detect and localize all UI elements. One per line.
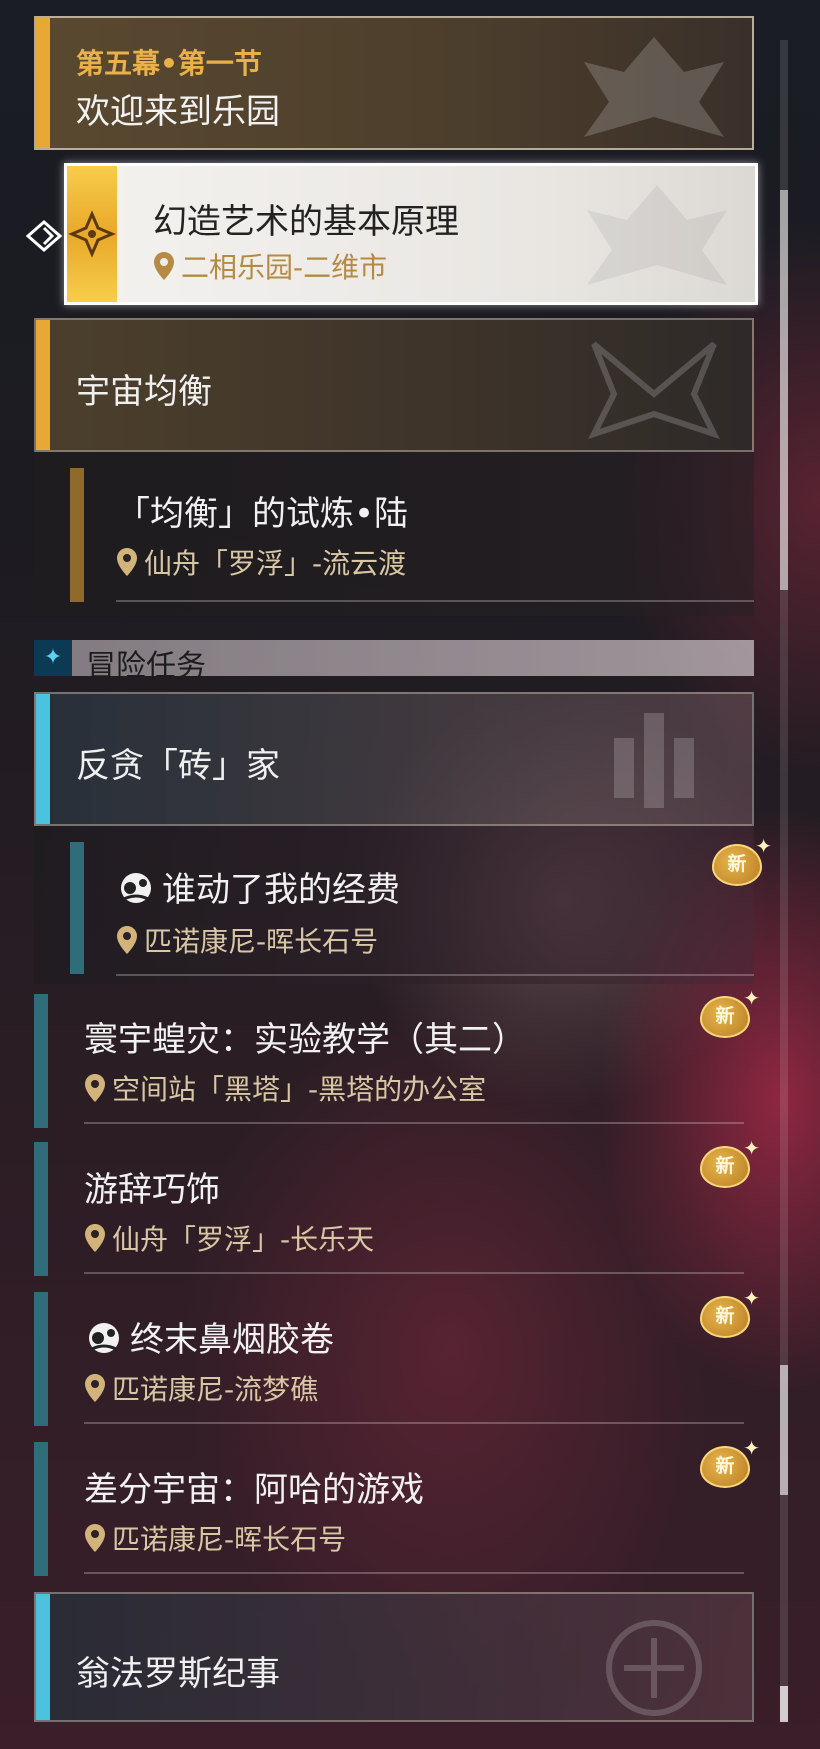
selected-quest-card[interactable]: 幻造艺术的基本原理 二相乐园-二维市 <box>64 163 758 305</box>
quest-divider <box>116 974 754 976</box>
scrollbar-segment <box>780 1365 788 1495</box>
quest-location: 仙舟「罗浮」-流云渡 <box>116 542 406 582</box>
selected-quest-accent <box>67 166 117 302</box>
chapter-emblem-icon <box>584 37 724 137</box>
quest-divider <box>116 600 754 602</box>
sparkle-icon: ✦ <box>755 834 772 858</box>
selected-quest-location-text: 二相乐园-二维市 <box>181 251 388 284</box>
quest-divider <box>84 1272 744 1274</box>
compass-star-icon <box>68 210 116 258</box>
location-pin-icon <box>154 252 174 280</box>
quest-accent-bar <box>34 1442 48 1576</box>
quest-location: 空间站「黑塔」-黑塔的办公室 <box>84 1068 486 1108</box>
new-badge-icon: 新 ✦ <box>698 986 760 1040</box>
sparkle-icon: ✦ <box>743 1286 760 1310</box>
quest-location-text: 匹诺康尼-晖长石号 <box>144 925 379 958</box>
section-title: 宇宙均衡 <box>76 372 212 412</box>
quest-title: 游辞巧饰 <box>84 1170 220 1210</box>
adventure-missions-header: ✦ 冒险任务 <box>34 640 754 684</box>
quest-accent-bar <box>70 842 84 974</box>
quest-row[interactable]: 寰宇蝗灾：实验教学（其二） 空间站「黑塔」-黑塔的办公室 新 ✦ <box>34 986 760 1132</box>
aha-mask-icon <box>89 1323 119 1353</box>
section-emblem-icon <box>606 1620 702 1716</box>
section-emblem-icon <box>614 713 694 808</box>
quest-accent-bar <box>34 994 48 1128</box>
quest-location-text: 仙舟「罗浮」-长乐天 <box>112 1223 375 1256</box>
section-emblem-icon <box>588 341 720 440</box>
quest-divider <box>84 1572 744 1574</box>
section-accent-bar <box>36 320 50 450</box>
section-title: 翁法罗斯纪事 <box>76 1654 280 1694</box>
quest-accent-bar <box>34 1292 48 1426</box>
adventure-header-label: 冒险任务 <box>86 649 206 684</box>
quest-row[interactable]: 谁动了我的经费 匹诺康尼-晖长石号 新 ✦ <box>34 826 772 984</box>
quest-row[interactable]: 游辞巧饰 仙舟「罗浮」-长乐天 新 ✦ <box>34 1136 760 1282</box>
scrollbar-thumb[interactable] <box>780 190 788 590</box>
location-pin-icon <box>85 1224 105 1252</box>
quest-location-text: 匹诺康尼-晖长石号 <box>112 1523 347 1556</box>
location-pin-icon <box>85 1074 105 1102</box>
new-badge-icon: 新 ✦ <box>698 1286 760 1340</box>
quest-title: 「均衡」的试炼•陆 <box>116 494 409 534</box>
quest-accent-bar <box>70 468 84 602</box>
section-cosmic-balance[interactable]: 宇宙均衡 <box>34 318 754 452</box>
quest-title: 差分宇宙：阿哈的游戏 <box>84 1470 424 1510</box>
quest-location-text: 匹诺康尼-流梦礁 <box>112 1373 319 1406</box>
quest-location: 匹诺康尼-晖长石号 <box>84 1518 346 1558</box>
location-pin-icon <box>117 926 137 954</box>
location-pin-icon <box>85 1374 105 1402</box>
quest-location: 仙舟「罗浮」-长乐天 <box>84 1218 374 1258</box>
new-badge-icon: 新 ✦ <box>698 1436 760 1490</box>
new-badge-icon: 新 ✦ <box>710 834 772 888</box>
quest-row[interactable]: 差分宇宙：阿哈的游戏 匹诺康尼-晖长石号 新 ✦ <box>34 1436 760 1582</box>
quest-location: 匹诺康尼-流梦礁 <box>84 1368 318 1408</box>
quest-location: 匹诺康尼-晖长石号 <box>116 920 378 960</box>
quest-row[interactable]: 终末鼻烟胶卷 匹诺康尼-流梦礁 新 ✦ <box>34 1286 760 1432</box>
quest-title: 谁动了我的经费 <box>116 862 400 911</box>
section-title: 反贪「砖」家 <box>76 746 280 786</box>
selected-quest-title: 幻造艺术的基本原理 <box>153 202 459 242</box>
chapter-card[interactable]: 第五幕•第一节 欢迎来到乐园 <box>34 16 754 150</box>
quest-title: 终末鼻烟胶卷 <box>84 1312 334 1361</box>
quest-divider <box>84 1422 744 1424</box>
aha-mask-icon <box>121 873 151 903</box>
quest-accent-bar <box>34 1142 48 1276</box>
section-amphoreus-chronicle[interactable]: 翁法罗斯纪事 <box>34 1592 754 1722</box>
sparkle-icon: ✦ <box>743 1136 760 1160</box>
section-anti-corruption[interactable]: 反贪「砖」家 <box>34 692 754 826</box>
quest-location-text: 空间站「黑塔」-黑塔的办公室 <box>112 1073 487 1106</box>
quest-divider <box>84 1122 744 1124</box>
new-badge-icon: 新 ✦ <box>698 1136 760 1190</box>
chapter-title: 欢迎来到乐园 <box>76 92 280 132</box>
sparkle-icon: ✦ <box>743 986 760 1010</box>
quest-row[interactable]: 「均衡」的试炼•陆 仙舟「罗浮」-流云渡 <box>34 452 754 616</box>
scrollbar-end <box>780 1686 788 1722</box>
sparkle-icon: ✦ <box>743 1436 760 1460</box>
pointer-icon <box>26 220 63 252</box>
quest-location-text: 仙舟「罗浮」-流云渡 <box>144 547 407 580</box>
chapter-subtitle: 第五幕•第一节 <box>76 47 262 80</box>
quest-title-text: 谁动了我的经费 <box>162 870 400 910</box>
adventure-star-icon: ✦ <box>34 640 72 676</box>
quest-title: 寰宇蝗灾：实验教学（其二） <box>84 1020 526 1060</box>
section-accent-bar <box>36 1594 50 1720</box>
section-accent-bar <box>36 694 50 824</box>
location-pin-icon <box>85 1524 105 1552</box>
quest-title-text: 终末鼻烟胶卷 <box>130 1320 334 1360</box>
selected-quest-location: 二相乐园-二维市 <box>153 246 387 286</box>
location-pin-icon <box>117 548 137 576</box>
selected-emblem-icon <box>587 185 727 285</box>
chapter-accent-bar <box>36 18 50 148</box>
